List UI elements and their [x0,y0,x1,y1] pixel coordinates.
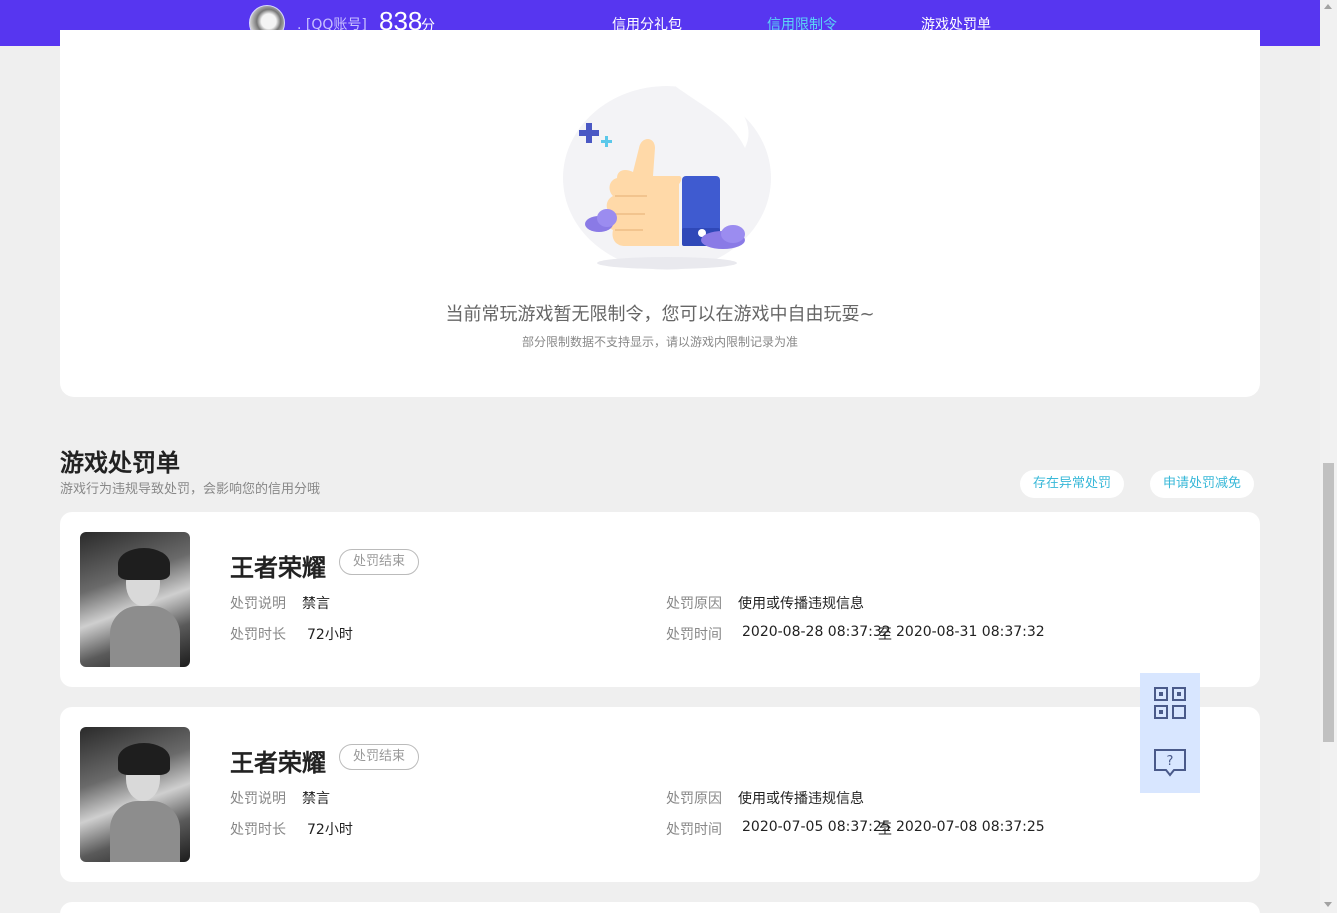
qrcode-button[interactable] [1140,673,1200,733]
section-subtitle: 游戏行为违规导致处罚，会影响您的信用分哦 [60,482,321,497]
duration-label: 处罚时长 [230,627,286,643]
game-name: 王者荣耀 [230,554,326,582]
qrcode-icon [1154,687,1186,719]
description-value: 禁言 [302,596,330,612]
help-button[interactable]: ? [1140,733,1200,793]
game-name: 王者荣耀 [230,749,326,777]
time-separator: 至 [878,627,892,643]
game-thumbnail [80,532,190,667]
report-abnormal-button[interactable]: 存在异常处罚 [1020,470,1125,498]
penalty-record: 王者荣耀 处罚结束 处罚说明 禁言 处罚原因 使用或传播违规信息 处罚时长 72… [60,707,1260,882]
status-badge: 处罚结束 [339,549,420,575]
scroll-down-arrow-icon[interactable] [1324,902,1332,907]
reason-value: 使用或传播违规信息 [738,791,864,807]
scrollbar-thumb[interactable] [1323,463,1334,742]
section-title: 游戏处罚单 [60,449,180,477]
time-label: 处罚时间 [666,822,722,838]
scroll-up-arrow-icon[interactable] [1324,4,1332,9]
penalty-record-partial [60,902,1260,913]
time-end: 2020-08-31 08:37:32 [896,624,1045,640]
description-label: 处罚说明 [230,596,286,612]
time-end: 2020-07-08 08:37:25 [896,819,1045,835]
no-restriction-message: 当前常玩游戏暂无限制令，您可以在游戏中自由玩耍~ [445,304,875,325]
svg-text:?: ? [1167,754,1174,769]
reason-label: 处罚原因 [666,596,722,612]
help-chat-icon: ? [1154,749,1186,777]
duration-label: 处罚时长 [230,822,286,838]
description-value: 禁言 [302,791,330,807]
thumbs-up-illustration [563,84,771,270]
time-start: 2020-08-28 08:37:32 [742,624,891,640]
penalty-record: 王者荣耀 处罚结束 处罚说明 禁言 处罚原因 使用或传播违规信息 处罚时长 72… [60,512,1260,687]
apply-reduction-button[interactable]: 申请处罚减免 [1150,470,1255,498]
game-thumbnail [80,727,190,862]
time-start: 2020-07-05 08:37:25 [742,819,891,835]
reason-label: 处罚原因 [666,791,722,807]
no-restriction-note: 部分限制数据不支持显示，请以游戏内限制记录为准 [521,335,798,349]
status-badge: 处罚结束 [339,744,420,770]
reason-value: 使用或传播违规信息 [738,596,864,612]
duration-value: 72小时 [307,627,353,643]
description-label: 处罚说明 [230,791,286,807]
time-label: 处罚时间 [666,627,722,643]
time-separator: 至 [878,822,892,838]
duration-value: 72小时 [307,822,353,838]
scrollbar[interactable] [1320,0,1337,913]
